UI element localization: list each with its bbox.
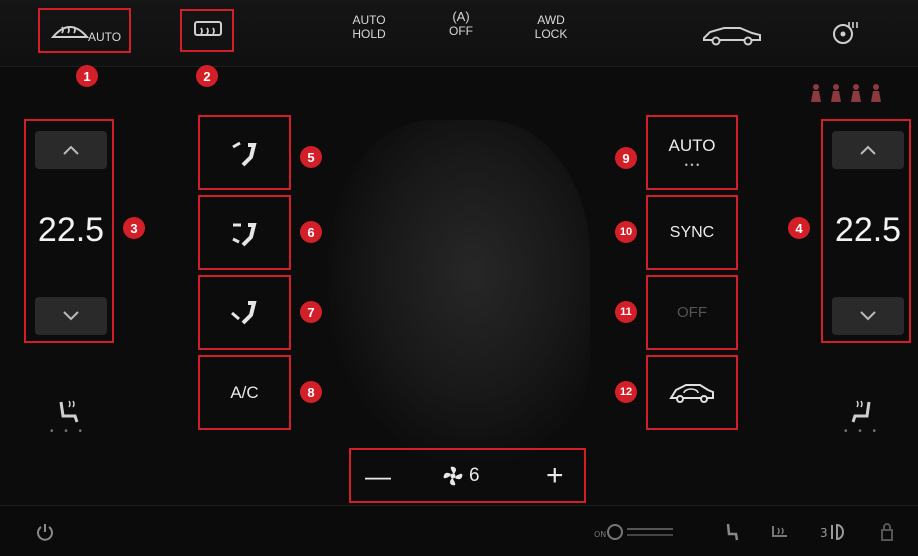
auto-stop-icon: (A) (452, 9, 470, 24)
chevron-up-icon (63, 145, 79, 155)
right-seat-heater-button[interactable]: • • • (842, 392, 882, 442)
auto-climate-button[interactable]: AUTO • • • (646, 115, 738, 190)
rear-heater-icon[interactable] (770, 522, 792, 542)
svg-text:3: 3 (820, 526, 828, 540)
awd-lock-line1: AWD (537, 13, 565, 27)
right-temp-down-button[interactable] (832, 297, 904, 335)
callout-badge-9: 9 (615, 147, 637, 169)
chevron-down-icon (63, 311, 79, 321)
callout-badge-8: 8 (300, 381, 322, 403)
awd-lock-line2: LOCK (534, 27, 568, 41)
auto-climate-label: AUTO (668, 135, 716, 155)
left-temperature-value: 22.5 (37, 211, 105, 249)
awd-lock-button[interactable]: AWD LOCK (531, 13, 571, 41)
callout-badge-3: 3 (123, 217, 145, 239)
fan-decrease-button[interactable]: — (365, 461, 391, 492)
chevron-down-icon (860, 311, 876, 321)
callout-badge-11: 11 (615, 301, 637, 323)
auto-hold-line1: AUTO (352, 13, 386, 27)
auto-hold-line2: HOLD (352, 27, 386, 41)
assist-icon[interactable]: ON (593, 522, 683, 542)
right-temp-up-button[interactable] (832, 131, 904, 169)
left-temp-down-button[interactable] (35, 297, 107, 335)
face-vent-icon (231, 141, 257, 166)
callout-badge-2: 2 (196, 65, 218, 87)
left-temperature-control: 22.5 (24, 119, 114, 343)
callout-badge-4: 4 (788, 217, 810, 239)
left-temp-up-button[interactable] (35, 131, 107, 169)
fan-seat-icon[interactable] (724, 522, 740, 542)
chevron-up-icon (860, 145, 876, 155)
sync-button[interactable]: SYNC (646, 195, 738, 270)
seatbelt-status-icon (811, 84, 881, 102)
auto-stop-off-button[interactable]: (A) OFF (446, 9, 476, 39)
left-seat-heater-button[interactable]: • • • (48, 392, 88, 442)
auto-hold-button[interactable]: AUTO HOLD (347, 13, 391, 41)
callout-badge-1: 1 (76, 65, 98, 87)
recirculation-button[interactable] (646, 355, 738, 430)
fan-increase-button[interactable]: + (546, 459, 564, 493)
callout-badge-5: 5 (300, 146, 322, 168)
fan-icon (443, 466, 463, 486)
callout-badge-6: 6 (300, 221, 322, 243)
mirror-fold-icon[interactable]: 3 (820, 522, 850, 542)
car-side-icon[interactable] (700, 22, 764, 46)
svg-text:ON: ON (594, 530, 606, 539)
rear-defrost-icon (194, 21, 222, 36)
auto-stop-off-label: OFF (449, 24, 473, 38)
face-vent-button[interactable] (198, 115, 291, 190)
seat-heater-icon (59, 400, 79, 422)
climate-off-button[interactable]: OFF (646, 275, 738, 350)
callout-badge-7: 7 (300, 301, 322, 323)
face-feet-vent-icon (231, 222, 257, 246)
climate-off-label: OFF (677, 304, 707, 321)
auto-level-dots: • • • (684, 159, 700, 170)
right-temperature-control: 22.5 (821, 119, 911, 343)
ac-label: A/C (230, 382, 259, 402)
callout-badge-12: 12 (615, 381, 637, 403)
lock-icon[interactable] (880, 522, 894, 542)
face-feet-vent-button[interactable] (198, 195, 291, 270)
front-defrost-button[interactable]: AUTO (38, 8, 131, 53)
fan-speed-control: — 6 + (349, 448, 586, 503)
fan-speed-value: 6 (469, 465, 480, 486)
seat-illustration (330, 120, 590, 460)
recirculation-car-icon (669, 383, 714, 403)
front-defrost-label: AUTO (88, 30, 122, 44)
right-temperature-value: 22.5 (834, 211, 902, 249)
seat-heater-icon (851, 400, 871, 422)
power-icon[interactable] (35, 522, 55, 542)
feet-vent-icon (230, 300, 257, 324)
feet-vent-button[interactable] (198, 275, 291, 350)
heated-steering-wheel-icon[interactable] (832, 18, 860, 46)
rear-defrost-button[interactable] (180, 9, 234, 52)
front-defrost-icon (50, 26, 90, 38)
callout-badge-10: 10 (615, 221, 637, 243)
sync-label: SYNC (669, 223, 715, 241)
ac-button[interactable]: A/C (198, 355, 291, 430)
